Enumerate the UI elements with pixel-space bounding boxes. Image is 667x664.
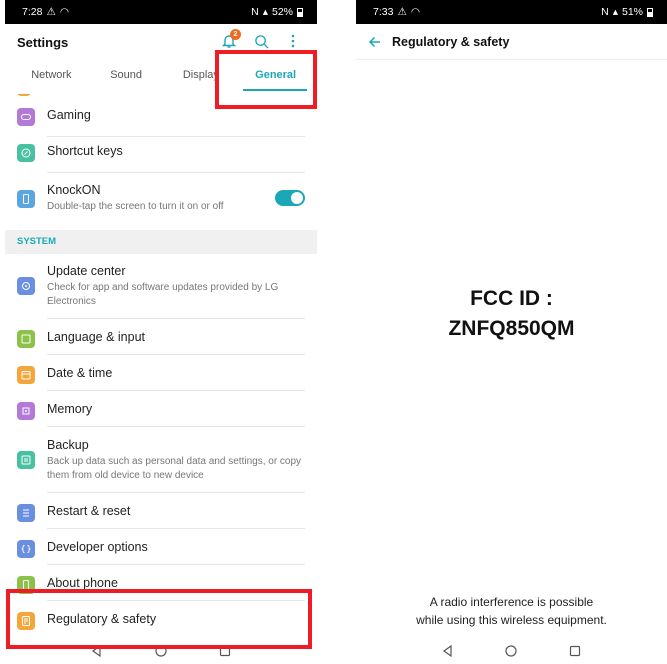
item-title: Shortcut keys bbox=[47, 144, 123, 158]
section-header-system: SYSTEM bbox=[5, 230, 317, 254]
wifi-icon: ◠ bbox=[59, 6, 70, 18]
item-subtitle: Check for app and software updates provi… bbox=[47, 282, 279, 307]
divider bbox=[47, 354, 305, 355]
item-title: Language & input bbox=[47, 330, 146, 344]
divider bbox=[47, 426, 305, 427]
divider bbox=[47, 492, 305, 493]
notifications-button[interactable]: 2 bbox=[219, 29, 241, 51]
status-battery: 52% bbox=[271, 6, 293, 18]
knock-icon bbox=[17, 190, 35, 208]
list-item-update-center[interactable]: Update center Check for app and software… bbox=[5, 264, 317, 312]
gamepad-icon bbox=[17, 108, 35, 126]
highlight-box-general-tab bbox=[215, 50, 317, 109]
item-title: Update center bbox=[47, 264, 126, 278]
knockon-toggle[interactable] bbox=[275, 190, 305, 206]
restart-icon bbox=[17, 504, 35, 522]
backup-icon bbox=[17, 451, 35, 469]
divider bbox=[47, 318, 305, 319]
status-time: 7:33 bbox=[373, 6, 394, 18]
item-title: Developer options bbox=[47, 540, 148, 554]
language-icon bbox=[17, 330, 35, 348]
nfc-icon: N bbox=[601, 6, 609, 18]
status-time: 7:28 bbox=[22, 6, 43, 18]
home-nav-icon[interactable] bbox=[504, 644, 518, 658]
item-subtitle: Back up data such as personal data and s… bbox=[47, 456, 302, 481]
regulatory-screen: 7:33 ⚠ ◠ N ▴ 51% Regulatory & safety FCC… bbox=[356, 0, 667, 664]
list-item-knockon[interactable]: KnockON Double-tap the screen to turn it… bbox=[5, 183, 317, 223]
nfc-icon: N bbox=[251, 6, 259, 18]
recents-nav-icon[interactable] bbox=[568, 644, 582, 658]
search-icon bbox=[254, 34, 269, 49]
settings-list[interactable]: Gaming Shortcut keys KnockON Double-tap … bbox=[5, 94, 317, 638]
list-item-developer-options[interactable]: Developer options bbox=[5, 540, 317, 570]
back-arrow-icon[interactable] bbox=[368, 35, 382, 49]
battery-icon bbox=[647, 7, 653, 17]
highlight-box-regulatory-item bbox=[6, 589, 312, 649]
list-item-gaming[interactable]: Gaming bbox=[5, 108, 317, 138]
divider bbox=[47, 528, 305, 529]
warning-icon: ⚠ bbox=[46, 6, 56, 18]
calendar-icon bbox=[17, 366, 35, 384]
signal-icon: ▴ bbox=[612, 6, 618, 18]
item-title: Date & time bbox=[47, 366, 113, 380]
wifi-icon: ◠ bbox=[410, 6, 421, 18]
item-title: Backup bbox=[47, 438, 89, 452]
divider bbox=[47, 136, 305, 137]
list-item-restart-reset[interactable]: Restart & reset bbox=[5, 504, 317, 534]
warning-icon: ⚠ bbox=[397, 6, 407, 18]
memory-icon bbox=[17, 402, 35, 420]
list-item-date-time[interactable]: Date & time bbox=[5, 366, 317, 396]
interference-notice: A radio interference is possible while u… bbox=[356, 593, 667, 629]
divider bbox=[47, 390, 305, 391]
more-options-button[interactable] bbox=[283, 31, 303, 51]
item-title: Gaming bbox=[47, 108, 91, 122]
back-nav-icon[interactable] bbox=[441, 644, 455, 658]
status-bar: 7:33 ⚠ ◠ N ▴ 51% bbox=[356, 0, 667, 24]
fcc-id-text: FCC ID : ZNFQ850QM bbox=[356, 284, 667, 344]
item-title: Restart & reset bbox=[47, 504, 131, 518]
list-item-shortcut-keys[interactable]: Shortcut keys bbox=[5, 144, 317, 174]
shortcut-icon bbox=[17, 144, 35, 162]
search-button[interactable] bbox=[251, 31, 271, 51]
page-title: Regulatory & safety bbox=[392, 34, 510, 49]
navigation-bar bbox=[356, 638, 667, 664]
notice-line-1: A radio interference is possible bbox=[429, 595, 594, 609]
list-item-backup[interactable]: Backup Back up data such as personal dat… bbox=[5, 438, 317, 486]
app-bar: Regulatory & safety bbox=[356, 24, 667, 60]
item-title: KnockON bbox=[47, 183, 101, 197]
notification-badge: 2 bbox=[230, 29, 241, 40]
code-braces-icon bbox=[17, 540, 35, 558]
status-battery: 51% bbox=[621, 6, 643, 18]
status-bar: 7:28 ⚠ ◠ N ▴ 52% bbox=[5, 0, 317, 24]
item-subtitle: Double-tap the screen to turn it on or o… bbox=[47, 201, 224, 212]
tab-network[interactable]: Network bbox=[14, 66, 89, 94]
divider bbox=[47, 172, 305, 173]
list-item-memory[interactable]: Memory bbox=[5, 402, 317, 432]
page-title: Settings bbox=[17, 35, 69, 50]
update-icon bbox=[17, 277, 35, 295]
item-title: Memory bbox=[47, 402, 93, 416]
list-item-language-input[interactable]: Language & input bbox=[5, 330, 317, 360]
more-vert-icon bbox=[291, 34, 295, 48]
fcc-value: ZNFQ850QM bbox=[448, 317, 575, 340]
divider bbox=[47, 564, 305, 565]
scrolled-item-icon bbox=[17, 94, 31, 96]
signal-icon: ▴ bbox=[262, 6, 268, 18]
fcc-label: FCC ID : bbox=[470, 287, 553, 310]
battery-icon bbox=[297, 7, 303, 17]
tab-sound[interactable]: Sound bbox=[89, 66, 164, 94]
notice-line-2: while using this wireless equipment. bbox=[416, 613, 607, 627]
